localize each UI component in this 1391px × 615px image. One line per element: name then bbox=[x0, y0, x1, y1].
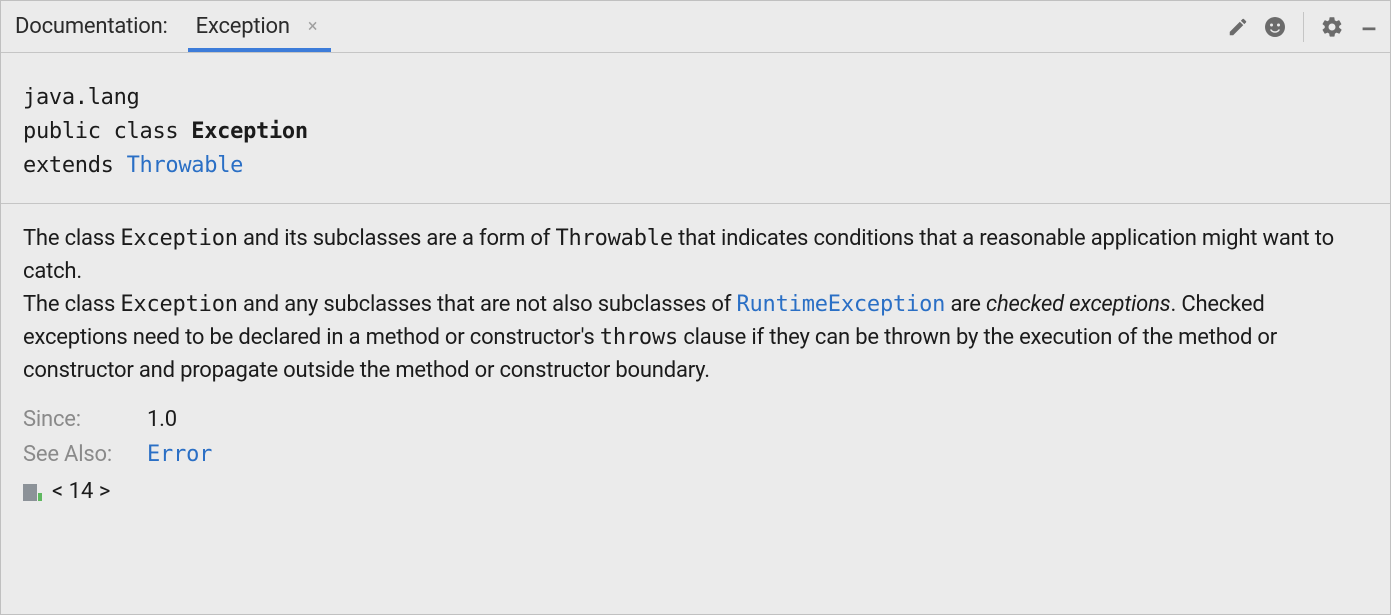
jdk-icon bbox=[23, 483, 42, 501]
tab-exception[interactable]: Exception × bbox=[190, 1, 324, 52]
see-also-link[interactable]: Error bbox=[147, 442, 212, 467]
super-class-link[interactable]: Throwable bbox=[127, 153, 244, 178]
jdk-version-row: < 14 > bbox=[1, 467, 1390, 504]
tab-label: Exception bbox=[196, 14, 290, 39]
description-paragraph-2: The class Exception and any subclasses t… bbox=[23, 288, 1368, 387]
header-title: Documentation: bbox=[15, 14, 168, 39]
description: The class Exception and its subclasses a… bbox=[1, 204, 1390, 397]
runtime-exception-link[interactable]: RuntimeException bbox=[736, 292, 945, 317]
toolbar bbox=[1227, 12, 1380, 42]
class-name: Exception bbox=[191, 119, 308, 144]
close-tab-icon[interactable]: × bbox=[308, 16, 318, 37]
edit-icon[interactable] bbox=[1227, 16, 1249, 38]
see-also-label: See Also: bbox=[23, 442, 147, 467]
jdk-version-text[interactable]: < 14 > bbox=[52, 479, 110, 504]
class-signature: java.lang public class Exception extends… bbox=[1, 53, 1390, 204]
minimize-icon[interactable] bbox=[1358, 16, 1380, 38]
documentation-content: java.lang public class Exception extends… bbox=[1, 53, 1390, 504]
class-modifiers: public class bbox=[23, 119, 178, 144]
documentation-header: Documentation: Exception × bbox=[1, 1, 1390, 53]
gear-icon[interactable] bbox=[1320, 15, 1344, 39]
since-row: Since: 1.0 bbox=[1, 397, 1390, 432]
see-also-row: See Also: Error bbox=[1, 432, 1390, 467]
since-value: 1.0 bbox=[147, 407, 177, 432]
extends-keyword: extends bbox=[23, 153, 114, 178]
since-label: Since: bbox=[23, 407, 147, 432]
description-paragraph-1: The class Exception and its subclasses a… bbox=[23, 222, 1368, 288]
emoji-icon[interactable] bbox=[1263, 15, 1287, 39]
toolbar-divider bbox=[1303, 12, 1304, 42]
package-name: java.lang bbox=[23, 81, 1368, 115]
